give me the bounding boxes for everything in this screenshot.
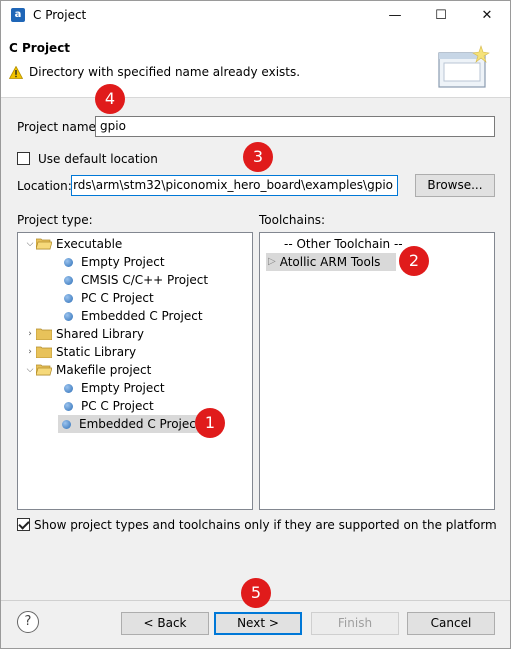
banner-message-text: Directory with specified name already ex… — [29, 65, 301, 79]
finish-button[interactable]: Finish — [311, 612, 399, 635]
project-type-tree[interactable]: ⌵ Executable Empty Project CMSIS C/C++ P… — [17, 232, 253, 510]
toolchains-label: Toolchains: — [259, 213, 326, 227]
tree-item-label: PC C Project — [81, 291, 154, 305]
chevron-right-icon[interactable]: › — [24, 343, 36, 361]
browse-button[interactable]: Browse... — [415, 174, 495, 197]
next-button[interactable]: Next > — [214, 612, 302, 635]
annotation-badge-4: 4 — [95, 84, 125, 114]
tree-item-label: Executable — [56, 237, 123, 251]
tree-item-makefile-empty-project[interactable]: Empty Project — [62, 379, 165, 397]
chevron-down-icon[interactable]: ⌵ — [24, 235, 36, 253]
annotation-badge-1: 1 — [195, 408, 225, 438]
project-type-icon — [64, 311, 73, 321]
annotation-badge-2: 2 — [399, 246, 429, 276]
title-bar: a C Project — ☐ ✕ — [1, 1, 510, 31]
toolchain-label: -- Other Toolchain -- — [284, 237, 403, 251]
chevron-down-icon[interactable]: ⌵ — [24, 361, 36, 379]
cancel-button[interactable]: Cancel — [407, 612, 495, 635]
tree-item-makefile-pc-c-project[interactable]: PC C Project — [62, 397, 154, 415]
app-icon: a — [11, 8, 25, 22]
maximize-button[interactable]: ☐ — [418, 1, 464, 31]
tree-item-makefile-project[interactable]: ⌵ Makefile project — [24, 361, 152, 379]
minimize-button[interactable]: — — [372, 1, 418, 31]
triangle-right-icon: ▷ — [268, 256, 276, 267]
tree-item-label: Embedded C Project — [81, 309, 203, 323]
project-type-icon — [64, 383, 73, 393]
project-name-input[interactable]: gpio — [95, 116, 495, 137]
folder-open-icon — [36, 238, 52, 250]
use-default-location-checkbox[interactable] — [17, 152, 30, 165]
tree-item-label: PC C Project — [81, 399, 154, 413]
tree-item-empty-project[interactable]: Empty Project — [62, 253, 165, 271]
folder-icon — [36, 346, 52, 358]
use-default-location-label: Use default location — [38, 152, 158, 166]
help-icon[interactable]: ? — [17, 611, 39, 633]
annotation-badge-3: 3 — [243, 142, 273, 172]
project-name-label: Project name: — [17, 120, 100, 134]
c-project-dialog: a C Project — ☐ ✕ C Project Directory wi… — [0, 0, 511, 649]
back-button[interactable]: < Back — [121, 612, 209, 635]
new-project-wizard-icon — [438, 45, 490, 88]
warning-icon — [9, 65, 23, 79]
tree-item-cmsis-project[interactable]: CMSIS C/C++ Project — [62, 271, 208, 289]
project-type-icon — [64, 401, 73, 411]
supported-only-checkbox[interactable] — [17, 518, 30, 531]
project-type-icon — [64, 275, 73, 285]
wizard-banner: C Project Directory with specified name … — [1, 31, 510, 98]
banner-message: Directory with specified name already ex… — [9, 65, 300, 79]
tree-item-makefile-embedded-c-project[interactable]: Embedded C Project — [58, 415, 205, 433]
toolchain-item-other[interactable]: -- Other Toolchain -- — [284, 235, 403, 253]
toolchain-label: Atollic ARM Tools — [279, 255, 381, 269]
tree-item-label: Empty Project — [81, 381, 165, 395]
folder-open-icon — [36, 364, 52, 376]
project-type-label: Project type: — [17, 213, 93, 227]
tree-item-shared-library[interactable]: › Shared Library — [24, 325, 144, 343]
window-title: C Project — [33, 8, 87, 22]
toolchains-list[interactable]: -- Other Toolchain -- ▷ Atollic ARM Tool… — [259, 232, 495, 510]
close-button[interactable]: ✕ — [464, 1, 510, 31]
banner-title: C Project — [9, 41, 71, 55]
folder-icon — [36, 328, 52, 340]
project-type-icon — [64, 257, 73, 267]
tree-item-label: Makefile project — [56, 363, 152, 377]
annotation-badge-5: 5 — [241, 578, 271, 608]
tree-item-label: Embedded C Project — [79, 417, 201, 431]
tree-item-label: Empty Project — [81, 255, 165, 269]
tree-item-pc-c-project[interactable]: PC C Project — [62, 289, 154, 307]
chevron-right-icon[interactable]: › — [24, 325, 36, 343]
project-type-icon — [64, 293, 73, 303]
toolchain-item-atollic[interactable]: ▷ Atollic ARM Tools — [266, 253, 396, 271]
tree-item-label: Shared Library — [56, 327, 145, 341]
tree-item-static-library[interactable]: › Static Library — [24, 343, 136, 361]
tree-item-label: CMSIS C/C++ Project — [81, 273, 209, 287]
tree-item-executable[interactable]: ⌵ Executable — [24, 235, 123, 253]
location-input[interactable]: c:\boards\arm\stm32\piconomix_hero_board… — [71, 175, 398, 196]
tree-item-embedded-c-project[interactable]: Embedded C Project — [62, 307, 203, 325]
location-value: c:\boards\arm\stm32\piconomix_hero_board… — [71, 178, 393, 192]
location-label: Location: — [17, 179, 72, 193]
project-type-icon — [62, 419, 71, 429]
supported-only-label: Show project types and toolchains only i… — [34, 518, 497, 532]
tree-item-label: Static Library — [56, 345, 137, 359]
